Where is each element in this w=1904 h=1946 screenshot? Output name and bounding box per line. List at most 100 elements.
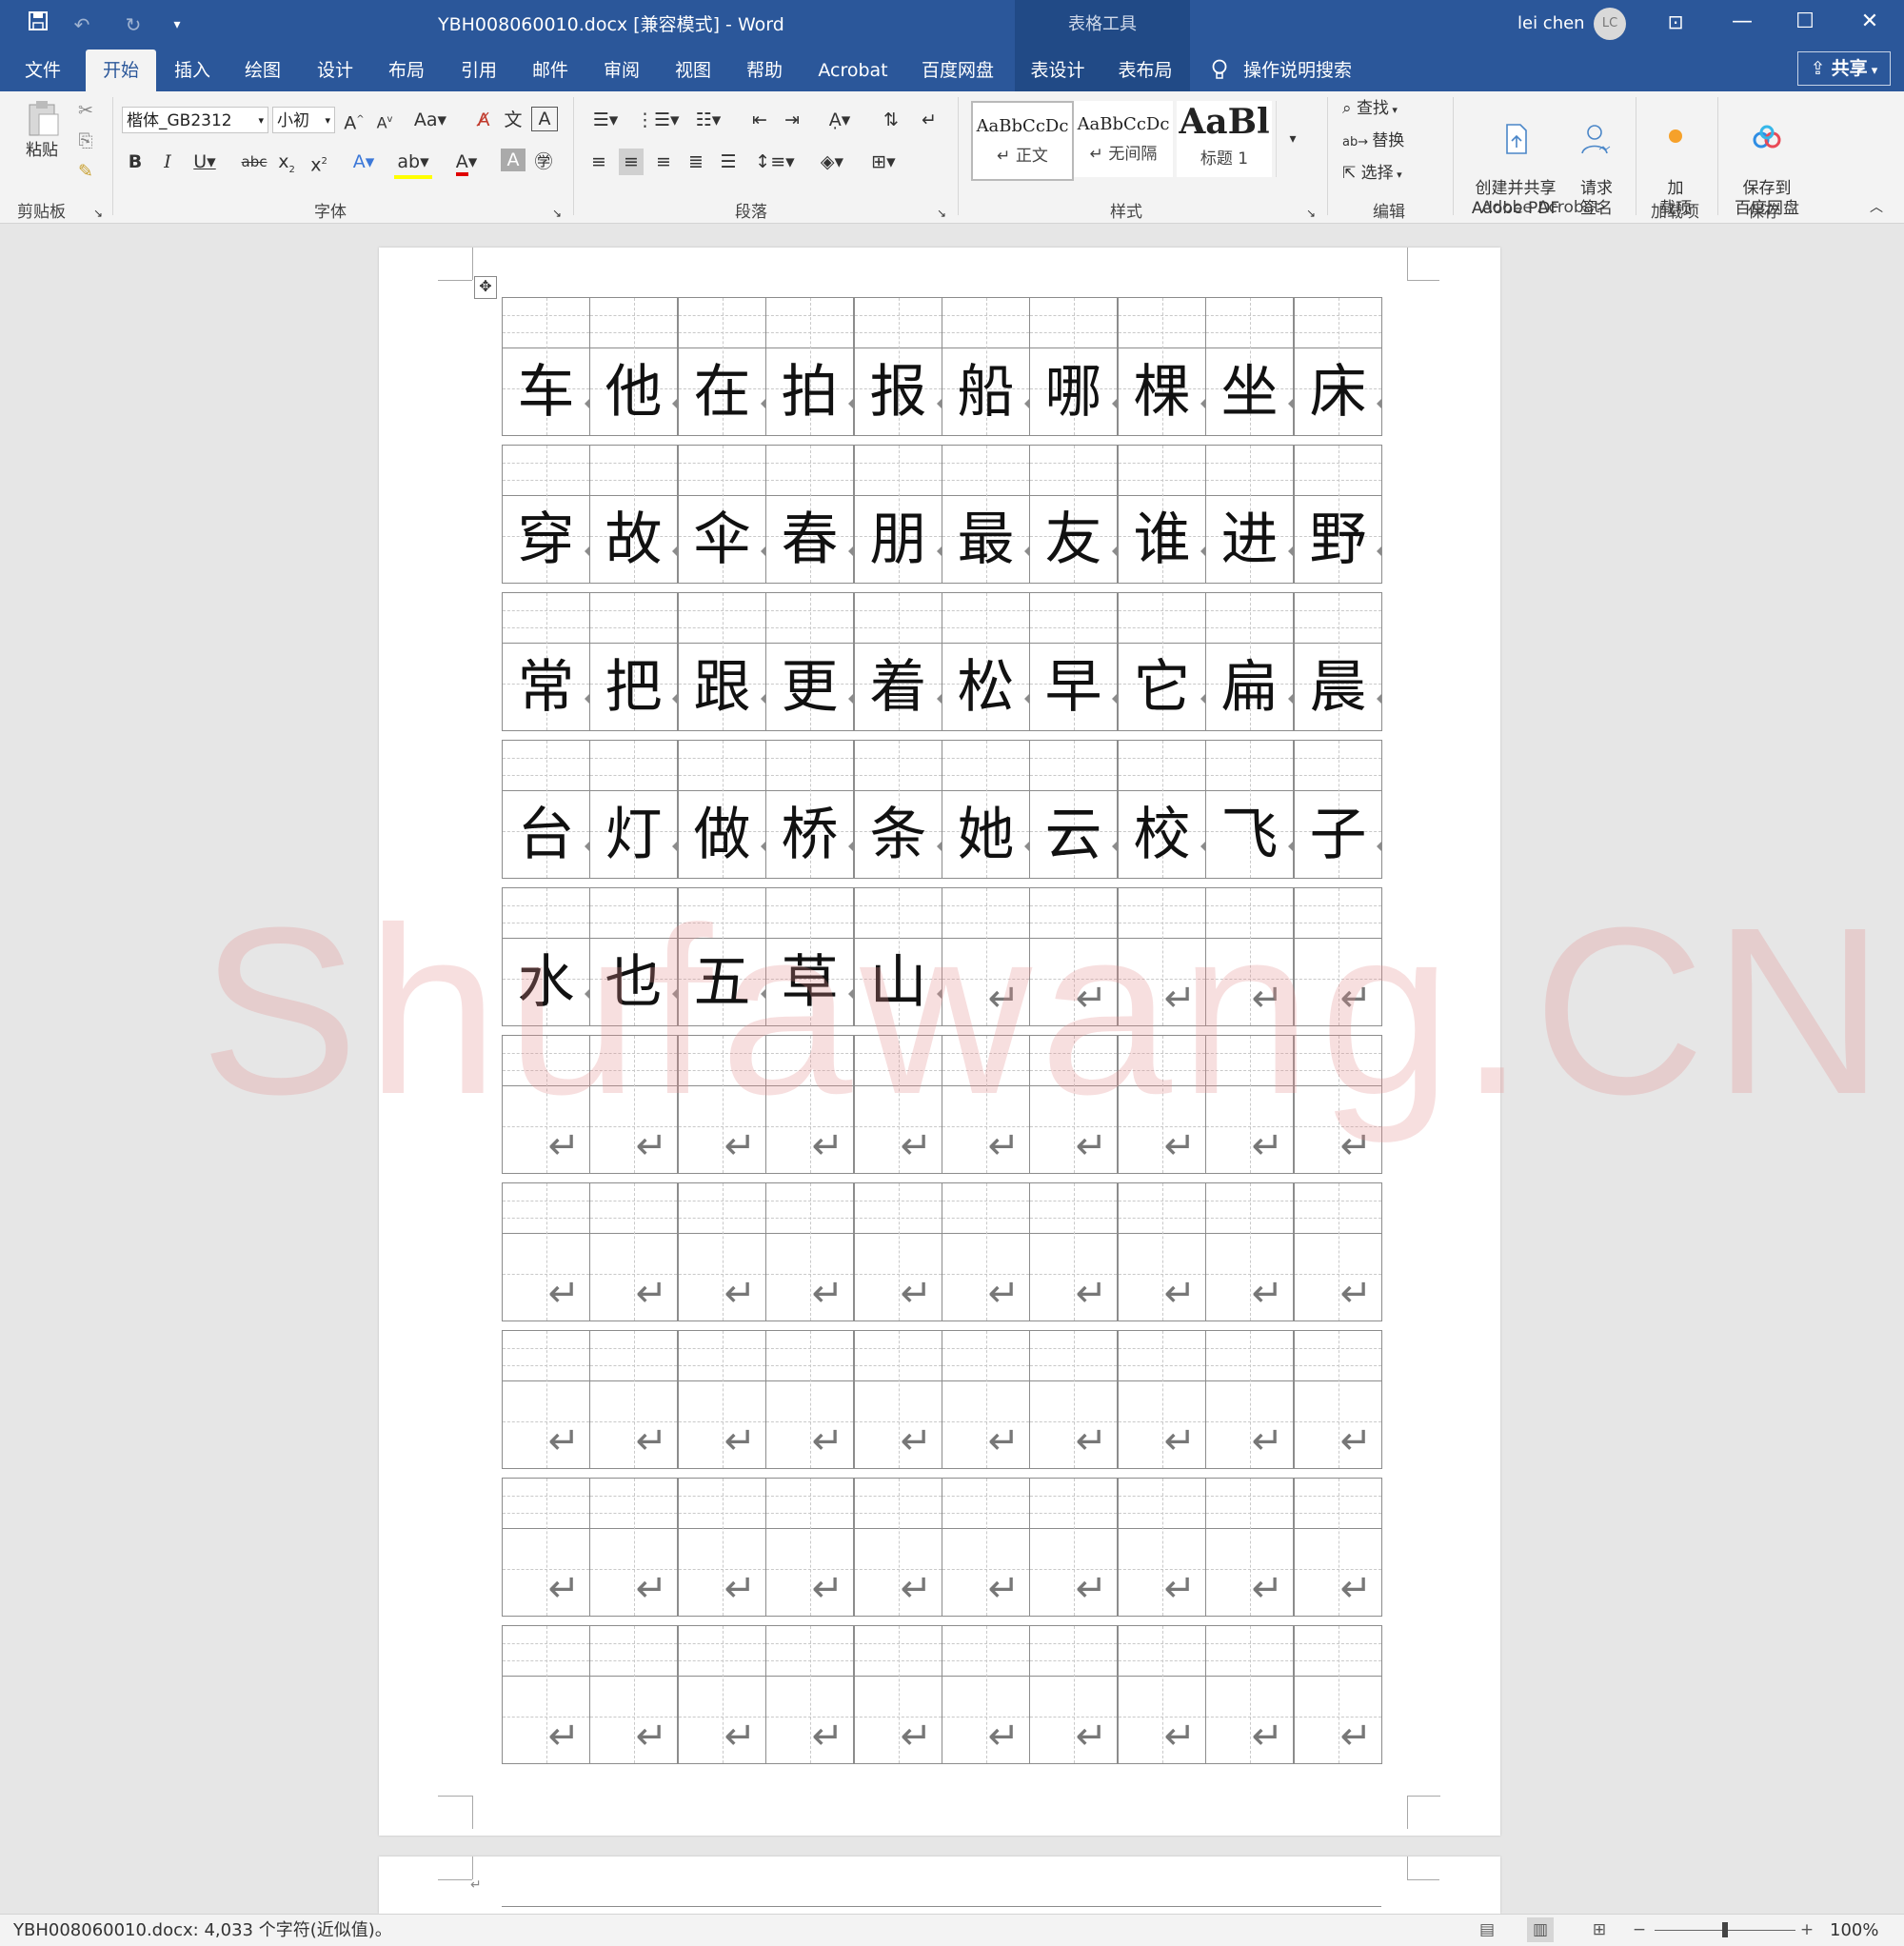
tab-insert[interactable]: 插入 [164,50,221,91]
grow-font-icon[interactable]: A^ [343,107,366,136]
web-layout-icon[interactable]: ⊞ [1586,1917,1613,1942]
dialog-launcher-icon[interactable]: ↘ [937,200,946,227]
grid-cell[interactable]: ↵ [1029,1330,1118,1469]
grid-cell[interactable]: 云 [1029,740,1118,879]
grid-cell[interactable]: 跟 [678,592,766,731]
styles-more-icon[interactable]: ▾ [1276,101,1309,177]
grid-cell[interactable]: ↵ [765,1035,854,1174]
grid-cell[interactable]: 穿 [502,445,590,584]
grid-cell[interactable]: ↵ [589,1330,678,1469]
grid-cell[interactable]: ↵ [678,1035,766,1174]
grid-cell[interactable]: 野 [1294,445,1382,584]
save-icon[interactable] [23,10,53,40]
grid-cell[interactable]: ↵ [1118,1330,1206,1469]
grid-cell[interactable]: 朋 [854,445,942,584]
grid-cell[interactable]: ↵ [502,1182,590,1321]
find-button[interactable]: ⌕ 查找 ▾ [1342,95,1398,124]
status-word-count[interactable]: YBH008060010.docx: 4,033 个字符(近似值)。 [13,1915,392,1946]
grid-cell[interactable]: ↵ [942,1478,1030,1617]
dialog-launcher-icon[interactable]: ↘ [552,200,562,227]
tell-me-search[interactable]: 操作说明搜索 [1211,50,1352,91]
print-layout-icon[interactable]: ▥ [1527,1917,1554,1942]
grid-cell[interactable]: ↵ [502,1035,590,1174]
tab-references[interactable]: 引用 [450,50,507,91]
grid-cell[interactable]: 春 [765,445,854,584]
grid-cell[interactable]: 故 [589,445,678,584]
grid-cell[interactable]: 山 [854,887,942,1026]
bold-icon[interactable]: B [124,149,147,175]
grid-cell[interactable]: 校 [1118,740,1206,879]
zoom-in-icon[interactable]: + [1794,1917,1820,1942]
line-spacing-icon[interactable]: ↕≡▾ [754,149,796,175]
tab-table-design[interactable]: 表设计 [1024,50,1091,91]
zoom-level[interactable]: 100% [1830,1915,1878,1946]
practice-grid-table[interactable]: 车他在拍报船哪棵坐床穿故伞春朋最友谁进野常把跟更着松早它扁晨台灯做桥条她云校飞子… [502,297,1382,1773]
paste-button[interactable]: 粘贴 [17,99,67,161]
grid-cell[interactable]: ↵ [1118,887,1206,1026]
tab-mailings[interactable]: 邮件 [522,50,579,91]
grid-cell[interactable]: 松 [942,592,1030,731]
select-button[interactable]: ⇱ 选择 ▾ [1342,160,1402,189]
style-normal[interactable]: AaBbCcDc ↵ 正文 [971,101,1074,181]
grid-cell[interactable]: 最 [942,445,1030,584]
grid-cell[interactable]: ↵ [678,1625,766,1764]
grid-cell[interactable]: 飞 [1205,740,1294,879]
grid-cell[interactable]: 床 [1294,297,1382,436]
grid-cell[interactable]: 拍 [765,297,854,436]
undo-icon[interactable]: ↶ [67,10,97,40]
grid-cell[interactable]: ↵ [765,1478,854,1617]
text-direction-icon[interactable]: Ạ▾ [819,107,861,133]
grid-cell[interactable]: 晨 [1294,592,1382,731]
cut-icon[interactable]: ✂ [72,97,99,124]
redo-icon[interactable]: ↻ [118,10,149,40]
close-icon[interactable]: ✕ [1841,0,1898,48]
change-case-icon[interactable]: Aa▾ [411,107,449,133]
grid-cell[interactable]: ↵ [765,1182,854,1321]
grid-cell[interactable]: ↵ [942,1625,1030,1764]
ribbon-display-options-icon[interactable]: ⊡ [1647,0,1704,48]
grid-cell[interactable]: ↵ [1118,1478,1206,1617]
collapse-ribbon-icon[interactable]: ︿ [1870,194,1883,221]
strikethrough-icon[interactable]: abc [240,149,268,175]
grid-cell[interactable]: ↵ [678,1478,766,1617]
grid-cell[interactable]: ↵ [1029,1035,1118,1174]
grid-cell[interactable]: 谁 [1118,445,1206,584]
dialog-launcher-icon[interactable]: ↘ [93,200,103,227]
grid-cell[interactable]: ↵ [502,1478,590,1617]
distributed-icon[interactable]: ☰ [716,149,741,175]
grid-cell[interactable]: ↵ [942,1330,1030,1469]
grid-cell[interactable]: ↵ [1205,887,1294,1026]
maximize-icon[interactable]: ☐ [1776,0,1834,48]
grid-cell[interactable]: ↵ [1205,1625,1294,1764]
grid-cell[interactable]: 把 [589,592,678,731]
tab-draw[interactable]: 绘图 [234,50,291,91]
sort-icon[interactable]: ⇅ [878,107,904,133]
grid-cell[interactable]: 在 [678,297,766,436]
grid-cell[interactable]: ↵ [1294,1478,1382,1617]
grid-cell[interactable]: ↵ [854,1330,942,1469]
shading-icon[interactable]: ◈▾ [811,149,853,175]
grid-cell[interactable]: ↵ [1029,1625,1118,1764]
tab-help[interactable]: 帮助 [736,50,793,91]
tab-file[interactable]: 文件 [13,50,72,91]
zoom-out-icon[interactable]: − [1626,1917,1653,1942]
font-color-icon[interactable]: A▾ [447,149,486,176]
tab-table-layout[interactable]: 表布局 [1112,50,1179,91]
grid-cell[interactable]: ↵ [1029,1182,1118,1321]
align-center-icon[interactable]: ≡ [619,149,644,175]
grid-cell[interactable]: ↵ [854,1478,942,1617]
grid-cell[interactable]: ↵ [854,1182,942,1321]
tab-baidu-netdisk[interactable]: 百度网盘 [914,50,1002,91]
grid-cell[interactable]: 他 [589,297,678,436]
style-heading-1[interactable]: AaBl 标题 1 [1177,101,1272,177]
underline-icon[interactable]: U▾ [188,149,221,175]
grid-cell[interactable]: 常 [502,592,590,731]
tab-acrobat[interactable]: Acrobat [809,50,897,91]
tab-design[interactable]: 设计 [307,50,364,91]
grid-cell[interactable]: ↵ [1118,1182,1206,1321]
dialog-launcher-icon[interactable]: ↘ [1306,200,1316,227]
grid-cell[interactable]: 早 [1029,592,1118,731]
grid-cell[interactable]: ↵ [1205,1478,1294,1617]
grid-cell[interactable]: 着 [854,592,942,731]
grid-cell[interactable]: ↵ [1294,1330,1382,1469]
